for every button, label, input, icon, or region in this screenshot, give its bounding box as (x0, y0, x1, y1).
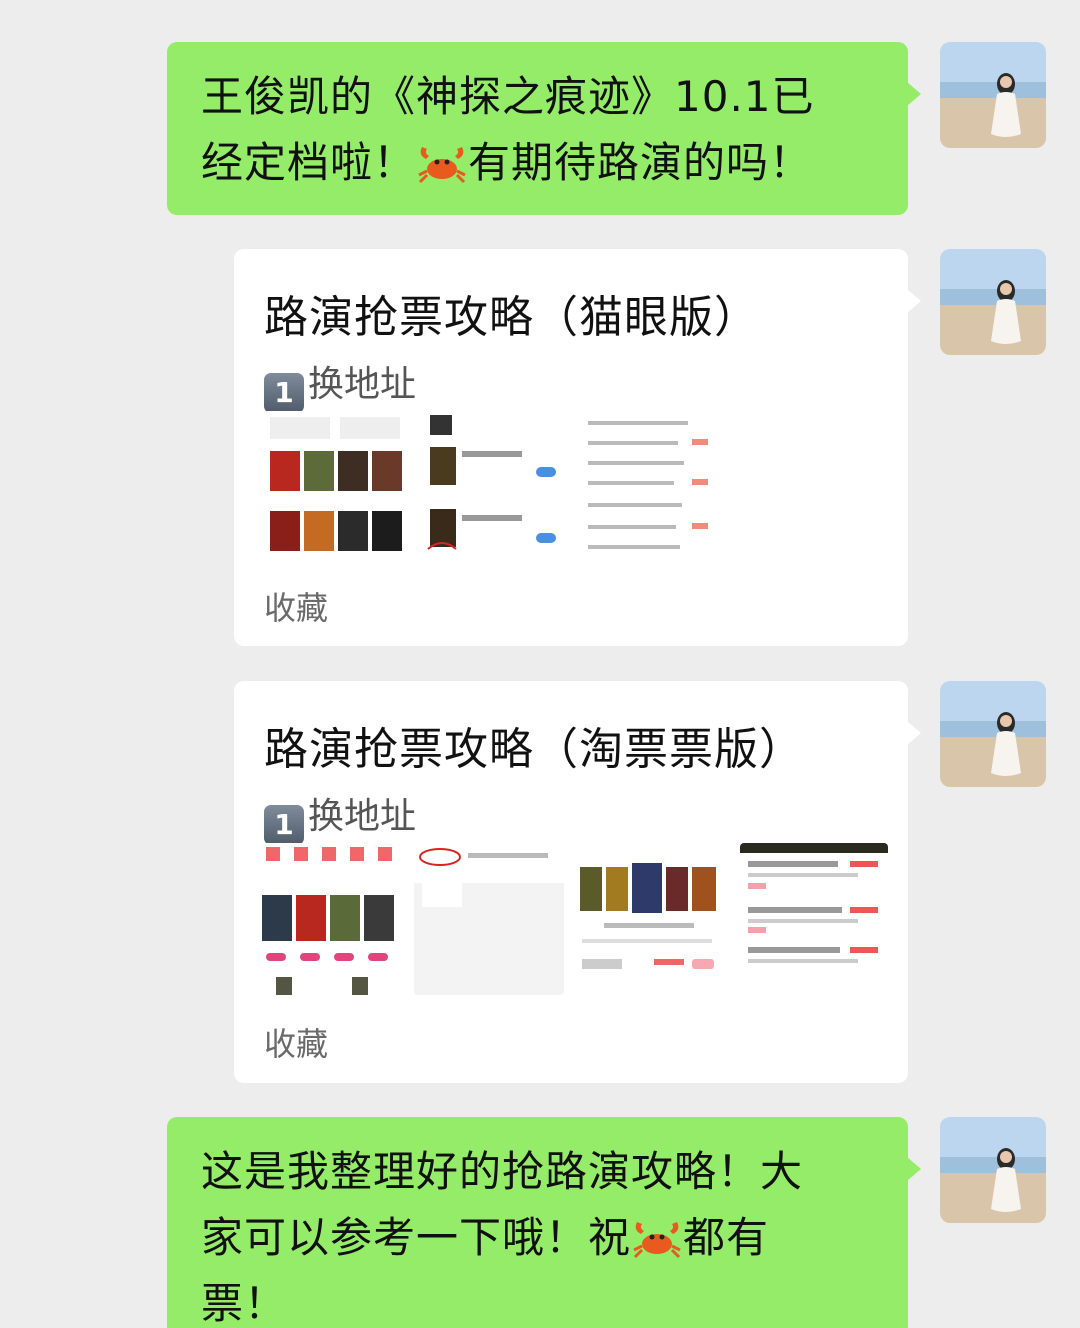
message-text-4: 这是我整理好的抢路演攻略！大 家可以参考一下哦！祝 都有 票！ (201, 1147, 804, 1328)
message-bubble-4[interactable]: 这是我整理好的抢路演攻略！大 家可以参考一下哦！祝 都有 票！ (167, 1117, 921, 1328)
note-subtitle: 1 换地址 (264, 355, 416, 413)
note-card-maoyan[interactable]: 路演抢票攻略（猫眼版） 1 换地址 收藏 (234, 249, 921, 646)
note-title: 路演抢票攻略（淘票票版） (264, 724, 804, 775)
avatar-beach-girl-icon (940, 1117, 1046, 1223)
avatar-beach-girl-icon (940, 42, 1046, 148)
keycap-one-icon: 1 (264, 373, 304, 413)
thumbnail-3[interactable] (574, 843, 724, 995)
thumbnail-4[interactable] (740, 843, 888, 995)
avatar[interactable] (940, 681, 1046, 787)
avatar-beach-girl-icon (940, 249, 1046, 355)
message-text-1: 王俊凯的《神探之痕迹》10.1已 经定档啦！ 有期待路演的吗！ (201, 72, 815, 187)
crab-emoji-icon (633, 1222, 681, 1259)
avatar[interactable] (940, 249, 1046, 355)
thumbnail-1[interactable] (264, 411, 408, 557)
message-bubble-1[interactable]: 王俊凯的《神探之痕迹》10.1已 经定档啦！ 有期待路演的吗！ (167, 42, 921, 215)
favorite-label: 收藏 (264, 589, 329, 627)
thumbnail-2[interactable] (414, 843, 564, 995)
thumbnail-1[interactable] (256, 843, 402, 995)
note-subtitle: 1 换地址 (264, 787, 416, 845)
thumbnail-2[interactable] (424, 411, 562, 557)
favorite-label: 收藏 (264, 1025, 329, 1063)
note-title: 路演抢票攻略（猫眼版） (264, 292, 759, 343)
crab-emoji-icon (418, 147, 466, 184)
chat-window: 王俊凯的《神探之痕迹》10.1已 经定档啦！ 有期待路演的吗！ 路演抢票攻略（猫眼… (0, 0, 1080, 1328)
keycap-one-icon: 1 (264, 805, 304, 845)
thumbnail-3[interactable] (580, 411, 718, 557)
avatar[interactable] (940, 42, 1046, 148)
avatar[interactable] (940, 1117, 1046, 1223)
note-card-taopiaopiao[interactable]: 路演抢票攻略（淘票票版） 1 换地址 收藏 (234, 681, 921, 1083)
avatar-beach-girl-icon (940, 681, 1046, 787)
